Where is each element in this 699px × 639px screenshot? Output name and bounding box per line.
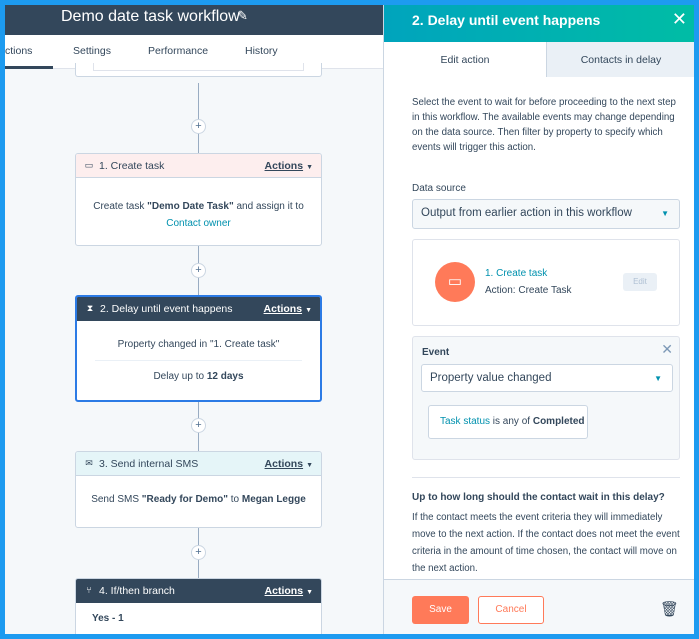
- tab-actions[interactable]: ctions: [5, 45, 32, 57]
- actions-dropdown[interactable]: Actions ▼: [265, 160, 313, 172]
- trigger-card[interactable]: [75, 63, 322, 77]
- sms-icon: ✉: [85, 458, 93, 468]
- create-task-card-body: Create task "Demo Date Task" and assign …: [93, 201, 304, 229]
- source-action-subtitle: Action: Create Task: [485, 285, 572, 296]
- contact-owner-link[interactable]: Contact owner: [166, 218, 230, 229]
- add-action-plus-icon[interactable]: +: [191, 545, 206, 560]
- tab-performance[interactable]: Performance: [148, 45, 208, 57]
- chevron-down-icon: ▼: [306, 462, 313, 469]
- panel-header: 2. Delay until event happens ✕: [384, 5, 694, 42]
- event-select[interactable]: Property value changed ▼: [421, 364, 673, 392]
- actions-dropdown[interactable]: Actions ▼: [265, 458, 313, 470]
- panel-footer: Save Cancel 🗑: [384, 579, 694, 634]
- edit-icon[interactable]: ✎: [237, 8, 248, 24]
- card-label: 4. If/then branch: [99, 585, 175, 597]
- trash-icon[interactable]: 🗑: [660, 600, 679, 618]
- branch-yes-label: Yes - 1: [92, 613, 124, 624]
- chevron-down-icon: ▼: [661, 209, 669, 218]
- sms-card-body: Send SMS "Ready for Demo" to Megan Legge: [91, 494, 306, 505]
- event-filter[interactable]: Task status is any of Completed: [428, 405, 588, 439]
- source-edit-button[interactable]: Edit: [623, 273, 657, 291]
- delay-duration-text: Delay up to 12 days: [95, 360, 302, 382]
- data-source-select[interactable]: Output from earlier action in this workf…: [412, 199, 680, 229]
- panel-description: Select the event to wait for before proc…: [412, 97, 676, 153]
- source-action-link[interactable]: 1. Create task: [485, 268, 547, 279]
- task-icon: ▭: [84, 160, 94, 170]
- save-button[interactable]: Save: [412, 596, 469, 624]
- create-task-card[interactable]: ▭ 1. Create task Actions ▼ Create task "D…: [75, 153, 322, 246]
- add-action-plus-icon[interactable]: +: [191, 263, 206, 278]
- panel-tabs: Edit action Contacts in delay: [384, 42, 694, 77]
- event-value: Property value changed: [430, 372, 552, 384]
- delay-card[interactable]: ⧗ 2. Delay until event happens Actions ▼ …: [75, 295, 322, 402]
- source-action-box: ▭ 1. Create task Action: Create Task Edi…: [412, 239, 680, 326]
- branch-card-header: ⑂ 4. If/then branch Actions ▼: [76, 579, 321, 603]
- app-frame: Demo date task workflow ✎ ctions Setting…: [5, 5, 694, 634]
- close-icon[interactable]: ✕: [672, 9, 687, 30]
- event-box: Event ✕ Property value changed ▼ Task st…: [412, 336, 680, 460]
- delay-card-header: ⧗ 2. Delay until event happens Actions ▼: [77, 297, 320, 321]
- tab-history[interactable]: History: [245, 45, 278, 57]
- delay-event-text: Property changed in "1. Create task": [117, 339, 280, 350]
- actions-dropdown[interactable]: Actions ▼: [264, 303, 312, 315]
- data-source-label: Data source: [412, 183, 466, 194]
- branch-card[interactable]: ⑂ 4. If/then branch Actions ▼ Yes - 1: [75, 578, 322, 634]
- event-label: Event: [422, 347, 450, 358]
- branch-icon: ⑂: [86, 585, 92, 595]
- chevron-down-icon: ▼: [305, 307, 312, 314]
- workflow-canvas: + ▭ 1. Create task Actions ▼ Create task …: [5, 63, 383, 634]
- hourglass-icon: ⧗: [86, 303, 94, 313]
- tab-settings[interactable]: Settings: [73, 45, 111, 57]
- add-action-plus-icon[interactable]: +: [191, 119, 206, 134]
- add-action-plus-icon[interactable]: +: [191, 418, 206, 433]
- chevron-down-icon: ▼: [306, 589, 313, 596]
- divider: [412, 477, 680, 478]
- tab-edit-action[interactable]: Edit action: [384, 42, 547, 77]
- card-label: 3. Send internal SMS: [99, 458, 199, 470]
- sms-card-header: ✉ 3. Send internal SMS Actions ▼: [76, 452, 321, 476]
- data-source-value: Output from earlier action in this workf…: [421, 207, 632, 219]
- panel-title: 2. Delay until event happens: [412, 12, 601, 28]
- card-label: 2. Delay until event happens: [100, 303, 233, 315]
- chevron-down-icon: ▼: [306, 164, 313, 171]
- actions-dropdown[interactable]: Actions ▼: [265, 585, 313, 597]
- cancel-button[interactable]: Cancel: [478, 596, 544, 624]
- delay-card-body: Property changed in "1. Create task" Del…: [77, 321, 320, 382]
- delay-question: Up to how long should the contact wait i…: [412, 492, 665, 503]
- delay-question-description: If the contact meets the event criteria …: [412, 512, 680, 574]
- tab-contacts-in-delay[interactable]: Contacts in delay: [547, 42, 694, 77]
- close-icon[interactable]: ✕: [661, 341, 673, 358]
- task-icon: ▭: [435, 262, 475, 302]
- chevron-down-icon: ▼: [654, 374, 662, 383]
- create-task-card-header: ▭ 1. Create task Actions ▼: [76, 154, 321, 178]
- action-panel: 2. Delay until event happens ✕ Edit acti…: [383, 5, 694, 634]
- workflow-title: Demo date task workflow: [61, 8, 240, 25]
- card-label: 1. Create task: [99, 160, 165, 172]
- sms-card[interactable]: ✉ 3. Send internal SMS Actions ▼ Send SMS…: [75, 451, 322, 528]
